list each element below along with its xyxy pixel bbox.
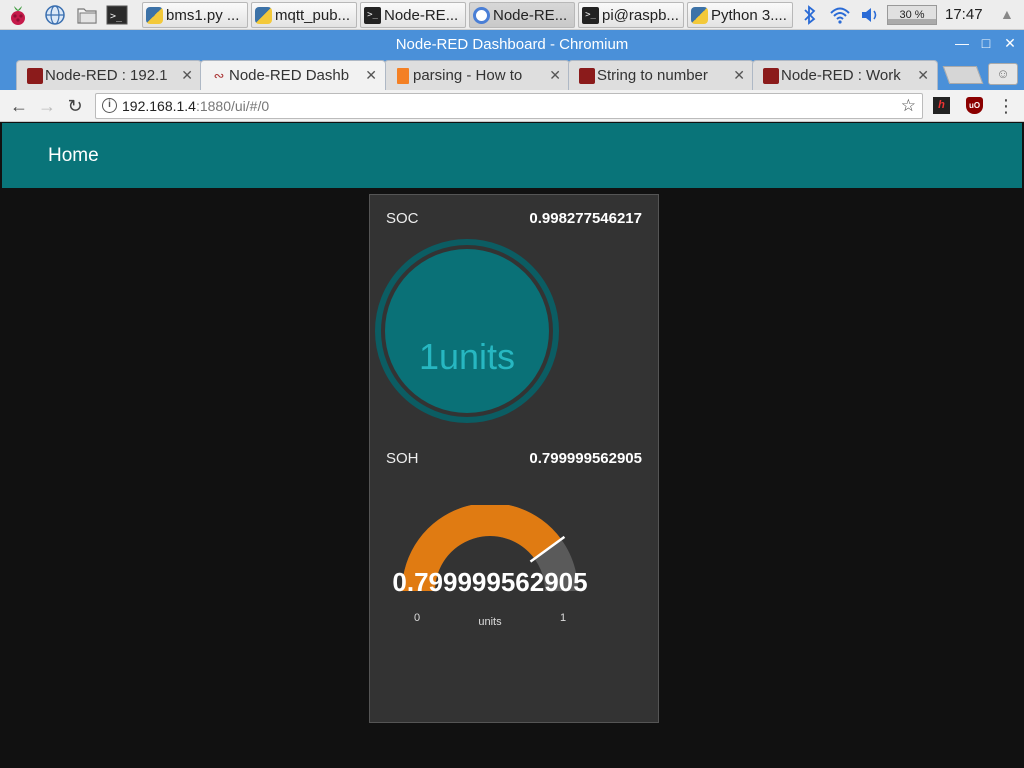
tab-title: Node-RED Dashb (229, 67, 350, 84)
new-tab-button[interactable] (942, 66, 984, 84)
soh-value: 0.799999562905 (529, 450, 642, 467)
tab-string-to-number[interactable]: String to number ✕ (568, 60, 754, 90)
browser-globe-icon[interactable] (43, 3, 67, 27)
wifi-icon[interactable] (829, 5, 851, 25)
task-label: Node-RE... (493, 6, 568, 24)
taskbar-task-bms1[interactable]: bms1.py ... (142, 2, 248, 28)
address-host: 192.168.1.4 (122, 98, 196, 114)
raspberry-menu-icon[interactable] (6, 3, 30, 27)
task-label: mqtt_pub... (275, 6, 351, 24)
address-bar[interactable]: i 192.168.1.4:1880/ui/#/0 ☆ (95, 93, 923, 119)
tab-title: Node-RED : Work (781, 67, 901, 84)
soc-label: SOC (386, 210, 419, 227)
bookmark-star-icon[interactable]: ☆ (901, 96, 916, 116)
volume-icon[interactable] (859, 5, 881, 25)
node-red-icon (27, 68, 43, 84)
python-icon (691, 6, 708, 24)
tab-title: Node-RED : 192.1 (45, 67, 168, 84)
soh-gauge-max: 1 (560, 612, 566, 624)
python-icon (146, 6, 163, 24)
browser-menu-icon[interactable]: ⋮ (997, 95, 1015, 117)
taskbar-task-chromium[interactable]: Node-RE... (469, 2, 575, 28)
soh-gauge-value-text: 0.799999562905 (392, 567, 587, 597)
chromium-icon (473, 6, 490, 24)
ublock-origin-icon[interactable]: uO (966, 97, 983, 114)
tab-close-icon[interactable]: ✕ (733, 67, 745, 84)
taskbar-task-pi-terminal[interactable]: >_ pi@raspb... (578, 2, 684, 28)
task-label: pi@raspb... (602, 6, 679, 24)
python-icon (255, 6, 272, 24)
soc-donut-fill (385, 249, 549, 413)
minimize-icon[interactable]: — (953, 34, 971, 52)
bluetooth-icon[interactable] (800, 5, 820, 25)
close-icon[interactable]: ✕ (1001, 34, 1019, 52)
tab-close-icon[interactable]: ✕ (365, 67, 377, 84)
page-title: Home (48, 145, 99, 166)
clock[interactable]: 17:47 (945, 6, 983, 23)
tab-close-icon[interactable]: ✕ (917, 67, 929, 84)
soh-gauge: 0.799999562905 0.799999562905 0 units 1 (392, 505, 588, 628)
extension-h-icon[interactable]: h (933, 97, 950, 114)
taskbar-task-node-red-terminal[interactable]: >_ Node-RE... (360, 2, 466, 28)
soc-value: 0.998277546217 (529, 210, 642, 227)
tab-stackoverflow-parsing[interactable]: parsing - How to ✕ (384, 60, 570, 90)
svg-text:>_: >_ (110, 11, 123, 22)
soc-donut-gauge: 1units (375, 239, 559, 423)
os-taskbar: >_ bms1.py ... mqtt_pub... >_ Node-RE...… (0, 0, 1024, 30)
soh-label: SOH (386, 450, 419, 467)
node-red-dashboard-icon: ∾ (213, 68, 225, 83)
window-titlebar[interactable]: Node-RED Dashboard - Chromium — □ ✕ (0, 30, 1024, 58)
window-title: Node-RED Dashboard - Chromium (395, 35, 629, 53)
task-label: bms1.py ... (166, 6, 240, 24)
terminal-icon: >_ (364, 6, 381, 24)
maximize-icon[interactable]: □ (977, 34, 995, 52)
tab-node-red-dashboard[interactable]: ∾ Node-RED Dashb ✕ (200, 60, 386, 90)
address-path: :1880/ui/#/0 (195, 98, 270, 114)
dashboard-header: Home (2, 123, 1022, 188)
site-info-icon[interactable]: i (102, 98, 117, 113)
node-red-icon (763, 68, 779, 84)
eject-icon[interactable]: ▲ (1000, 6, 1014, 22)
file-manager-icon[interactable] (75, 3, 99, 27)
task-label: Node-RE... (384, 6, 459, 24)
reload-icon[interactable]: ↻ (64, 95, 86, 117)
dashboard-page: Home SOC 0.998277546217 1units SOH 0.799… (2, 123, 1022, 768)
soc-donut-text: 1units (419, 336, 515, 377)
terminal-icon: >_ (582, 6, 599, 24)
taskbar-task-mqtt-pub[interactable]: mqtt_pub... (251, 2, 357, 28)
stackoverflow-icon (397, 68, 409, 84)
tab-title: String to number (597, 67, 708, 84)
tab-node-red-work[interactable]: Node-RED : Work ✕ (752, 60, 938, 90)
cpu-usage-text: 30 % (899, 9, 925, 21)
task-label: Python 3.... (711, 6, 787, 24)
tab-title: parsing - How to (413, 67, 523, 84)
node-red-icon (579, 68, 595, 84)
terminal-launcher-icon[interactable]: >_ (105, 3, 129, 27)
profile-icon[interactable]: ☺ (988, 63, 1018, 85)
soh-gauge-units: units (478, 616, 502, 628)
dashboard-group: SOC 0.998277546217 1units SOH 0.79999956… (369, 194, 659, 723)
tab-node-red-editor[interactable]: Node-RED : 192.1 ✕ (16, 60, 202, 90)
soh-gauge-min: 0 (414, 612, 420, 624)
back-arrow-icon[interactable]: ← (8, 95, 30, 117)
tab-strip: Node-RED : 192.1 ✕ ∾ Node-RED Dashb ✕ pa… (0, 58, 1024, 90)
taskbar-task-python3[interactable]: Python 3.... (687, 2, 793, 28)
tab-close-icon[interactable]: ✕ (181, 67, 193, 84)
forward-arrow-icon[interactable]: → (36, 95, 58, 117)
tab-close-icon[interactable]: ✕ (549, 67, 561, 84)
browser-toolbar: ← → ↻ i 192.168.1.4:1880/ui/#/0 ☆ h uO ⋮ (0, 90, 1024, 122)
cpu-usage-meter[interactable]: 30 % (887, 5, 937, 25)
